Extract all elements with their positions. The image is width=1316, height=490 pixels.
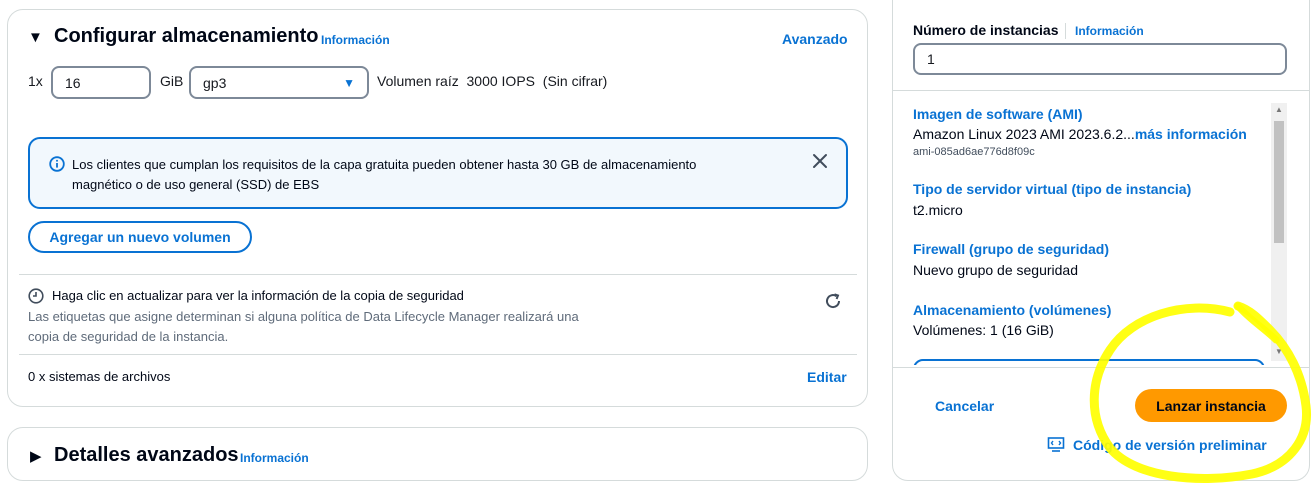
divider xyxy=(19,354,857,355)
clock-icon xyxy=(28,288,44,309)
advanced-details-panel[interactable]: ▶ Detalles avanzados Información xyxy=(7,427,868,481)
alert-text: Los clientes que cumplan los requisitos … xyxy=(72,155,696,195)
dropdown-arrow-icon: ▼ xyxy=(343,75,355,90)
scroll-thumb[interactable] xyxy=(1274,121,1284,243)
root-volume-label: Volumen raíz xyxy=(377,73,459,89)
divider xyxy=(19,274,857,275)
info-circle-icon xyxy=(49,156,65,177)
volume-type-select[interactable]: gp3 ▼ xyxy=(189,66,369,99)
volume-size-input[interactable]: 16 xyxy=(51,66,151,99)
instance-type-value: t2.micro xyxy=(913,202,963,218)
divider xyxy=(893,90,1309,91)
code-preview-icon[interactable] xyxy=(1047,436,1065,459)
storage-panel: ▼ Configurar almacenamiento Información … xyxy=(7,9,868,407)
alert-text-line1: Los clientes que cumplan los requisitos … xyxy=(72,157,697,172)
backup-description: Las etiquetas que asigne determinan si a… xyxy=(28,307,579,347)
backup-desc-line1: Las etiquetas que asigne determinan si a… xyxy=(28,309,579,324)
volume-unit: GiB xyxy=(160,73,184,89)
advanced-link[interactable]: Avanzado xyxy=(782,31,848,47)
storage-title: Configurar almacenamiento xyxy=(54,25,319,47)
encryption-status: (Sin cifrar) xyxy=(542,73,608,89)
volume-count-prefix: 1x xyxy=(28,73,43,89)
ami-more-info-link[interactable]: más información xyxy=(1135,126,1247,142)
instances-input[interactable]: 1 xyxy=(913,43,1287,75)
scroll-up-icon[interactable]: ▲ xyxy=(1275,105,1283,114)
instance-type-label-link[interactable]: Tipo de servidor virtual (tipo de instan… xyxy=(913,181,1191,197)
ami-id: ami-085ad6ae776d8f09c xyxy=(913,146,1035,158)
volume-size-value: 16 xyxy=(65,74,81,91)
volume-type-value: gp3 xyxy=(203,74,227,91)
cancel-button[interactable]: Cancelar xyxy=(935,398,994,414)
refresh-icon[interactable] xyxy=(824,292,842,315)
ami-value: Amazon Linux 2023 AMI 2023.6.2...más inf… xyxy=(913,126,1247,142)
advanced-info-link[interactable]: Información xyxy=(240,451,309,465)
highlight-annotation xyxy=(1089,301,1311,483)
advanced-title[interactable]: Detalles avanzados xyxy=(54,444,239,467)
expand-caret-icon[interactable]: ▶ xyxy=(30,447,42,465)
ami-label-link[interactable]: Imagen de software (AMI) xyxy=(913,106,1083,122)
free-tier-alert: Los clientes que cumplan los requisitos … xyxy=(28,137,848,209)
close-icon[interactable] xyxy=(812,153,828,174)
collapse-caret-icon[interactable]: ▼ xyxy=(28,29,43,46)
firewall-value: Nuevo grupo de seguridad xyxy=(913,262,1079,278)
add-volume-button[interactable]: Agregar un nuevo volumen xyxy=(28,221,252,253)
firewall-label-link[interactable]: Firewall (grupo de seguridad) xyxy=(913,241,1109,257)
filesystems-label: 0 x sistemas de archivos xyxy=(28,369,171,384)
storage-summary-value: Volúmenes: 1 (16 GiB) xyxy=(913,322,1054,338)
edit-filesystems-link[interactable]: Editar xyxy=(807,369,847,385)
ami-value-text: Amazon Linux 2023 AMI 2023.6.2... xyxy=(913,126,1135,142)
label-separator xyxy=(1065,23,1066,39)
backup-headline: Haga clic en actualizar para ver la info… xyxy=(52,288,464,303)
instances-info-link[interactable]: Información xyxy=(1075,24,1144,38)
instances-label: Número de instancias xyxy=(913,22,1059,38)
storage-info-link[interactable]: Información xyxy=(321,33,390,47)
volume-details: Volumen raíz 3000 IOPS (Sin cifrar) xyxy=(377,73,607,89)
backup-desc-line2: copia de seguridad de la instancia. xyxy=(28,329,229,344)
alert-text-line2: magnético o de uso general (SSD) de EBS xyxy=(72,177,320,192)
instances-value: 1 xyxy=(927,51,935,67)
iops-value: 3000 IOPS xyxy=(466,73,536,89)
